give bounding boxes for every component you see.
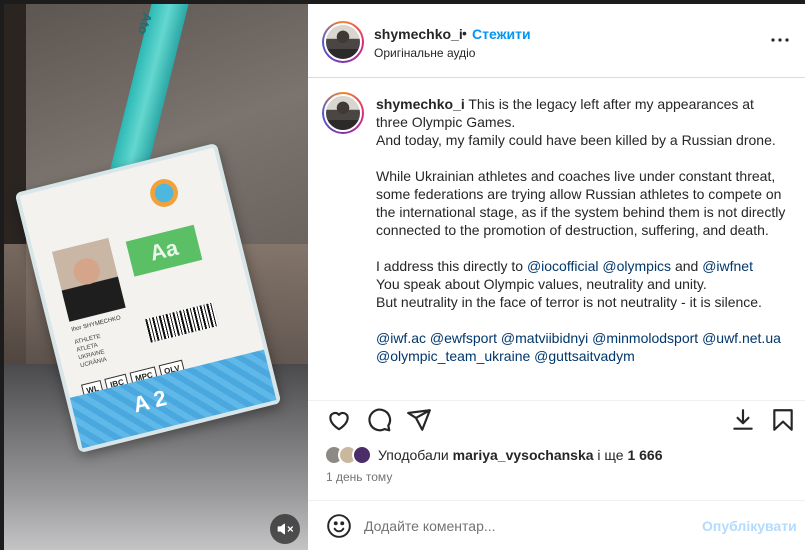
save-button[interactable] — [770, 407, 796, 433]
avatar-image — [324, 23, 362, 61]
liker-username[interactable]: mariya_vysochanska — [453, 447, 594, 463]
caption-paragraph: You speak about Olympic values, neutrali… — [376, 276, 707, 292]
comment-bar: Опублікувати — [308, 500, 805, 550]
mute-button[interactable] — [270, 514, 300, 544]
lanyard-text: Ato — [135, 11, 155, 36]
share-button[interactable] — [406, 407, 432, 433]
mention-link[interactable]: @guttsaitvadym — [534, 348, 635, 364]
like-button[interactable] — [326, 407, 352, 433]
avatar-image — [324, 94, 362, 132]
badge-role: ATHLETE ATLETA UKRAINE UCRÂNIA — [74, 333, 108, 371]
mention-link[interactable]: @iocofficial — [527, 258, 599, 274]
comment-icon — [368, 408, 392, 432]
more-options-button[interactable] — [768, 28, 792, 52]
caption-avatar[interactable] — [322, 92, 364, 134]
publish-button[interactable]: Опублікувати — [702, 518, 797, 534]
emoji-button[interactable] — [326, 513, 352, 539]
caption-text-span: and — [674, 258, 699, 274]
caption-username[interactable]: shymechko_i — [376, 96, 465, 112]
likes-middle: і ще — [597, 447, 624, 463]
mention-link[interactable]: @minmolodsport — [592, 330, 698, 346]
audio-link[interactable]: Оригінальне аудіо — [374, 46, 475, 60]
rio-logo — [136, 168, 192, 218]
likes-count[interactable]: 1 666 — [627, 447, 662, 463]
action-bar — [308, 400, 805, 440]
muted-speaker-icon — [277, 523, 293, 535]
caption-text: shymechko_i This is the legacy left afte… — [376, 95, 786, 365]
comment-input[interactable] — [364, 514, 684, 538]
post-panel: shymechko_i • Стежити Оригінальне аудіо … — [308, 4, 805, 550]
mention-link[interactable]: @matviibidnyi — [501, 330, 588, 346]
mention-link[interactable]: @iwfnet — [702, 258, 753, 274]
mention-link[interactable]: @uwf.net.ua — [702, 330, 781, 346]
likes-text: Уподобали mariya_vysochanska і ще 1 666 — [378, 447, 663, 463]
likes-prefix: Уподобали — [378, 447, 449, 463]
username-link[interactable]: shymechko_i — [374, 26, 463, 42]
liker-avatar — [352, 445, 372, 465]
heart-icon — [329, 411, 349, 431]
post-header: shymechko_i • Стежити Оригінальне аудіо — [308, 4, 805, 78]
mention-link[interactable]: @ewfsport — [430, 330, 497, 346]
mention-link[interactable]: @olympic_team_ukraine — [376, 348, 530, 364]
caption-text-span: I address this directly to — [376, 258, 524, 274]
download-icon — [733, 409, 753, 430]
badge-zone: A 2 — [130, 384, 169, 418]
comment-button[interactable] — [366, 407, 392, 433]
badge-barcode — [145, 302, 219, 343]
send-icon — [407, 409, 431, 431]
avatar[interactable] — [322, 21, 364, 63]
post-media[interactable]: Ato Aa Ihor SHYMECHKO ATHLETE ATLETA UKR… — [4, 4, 308, 550]
post-caption: shymechko_i This is the legacy left afte… — [308, 79, 805, 399]
mention-link[interactable]: @iwf.ac — [376, 330, 426, 346]
separator-dot: • — [462, 25, 467, 41]
emoji-icon — [327, 514, 351, 538]
caption-paragraph: But neutrality in the face of terror is … — [376, 294, 762, 310]
bookmark-icon — [773, 409, 793, 431]
badge-photo — [51, 237, 126, 322]
caption-paragraph: While Ukrainian athletes and coaches liv… — [376, 168, 786, 238]
mention-link[interactable]: @olympics — [602, 258, 671, 274]
instagram-post-view: Ato Aa Ihor SHYMECHKO ATHLETE ATLETA UKR… — [0, 0, 805, 550]
post-time[interactable]: 1 день тому — [326, 470, 392, 484]
repost-button[interactable] — [730, 407, 756, 433]
more-horizontal-icon — [771, 38, 789, 42]
likes-summary[interactable]: Уподобали mariya_vysochanska і ще 1 666 — [324, 444, 663, 466]
follow-button[interactable]: Стежити — [472, 26, 531, 42]
caption-paragraph: And today, my family could have been kil… — [376, 132, 776, 148]
badge-category: Aa — [125, 224, 203, 277]
